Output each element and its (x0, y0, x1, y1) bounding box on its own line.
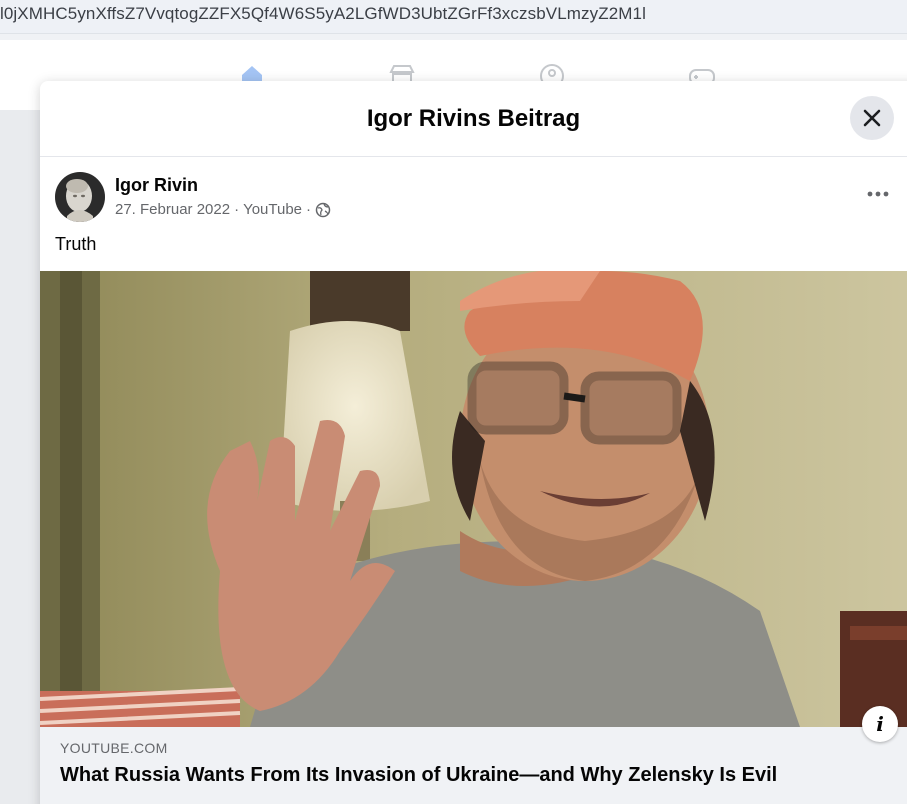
post-source[interactable]: YouTube (243, 201, 302, 218)
link-preview-card[interactable]: YOUTUBE.COM What Russia Wants From Its I… (40, 727, 907, 804)
url-text[interactable]: l0jXMHC5ynXffsZ7VvqtogZZFX5Qf4W6S5yA2LGf… (0, 4, 646, 24)
post-text: Truth (55, 234, 97, 254)
more-options-icon (867, 191, 889, 197)
avatar[interactable] (55, 172, 105, 222)
info-icon: i (876, 712, 884, 736)
author-name[interactable]: Igor Rivin (115, 175, 198, 196)
video-frame-image (40, 271, 907, 727)
more-options-button[interactable] (860, 182, 896, 206)
link-domain: YOUTUBE.COM (60, 740, 168, 756)
page-background (0, 110, 40, 804)
link-title[interactable]: What Russia Wants From Its Invasion of U… (60, 764, 777, 787)
meta-separator: · (306, 201, 312, 218)
close-button[interactable] (850, 96, 894, 140)
post-meta: 27. Februar 2022 · YouTube · (115, 201, 331, 218)
meta-separator: · (234, 201, 240, 218)
post-date[interactable]: 27. Februar 2022 (115, 201, 230, 218)
video-thumbnail[interactable] (40, 271, 907, 727)
dialog-header: Igor Rivins Beitrag (40, 81, 907, 157)
close-icon (863, 109, 881, 127)
globe-icon[interactable] (315, 202, 331, 218)
author-avatar-image (55, 172, 105, 222)
dialog-title: Igor Rivins Beitrag (366, 105, 581, 132)
post-dialog: Igor Rivins Beitrag Igor Rivin 27. Febru… (40, 81, 907, 804)
browser-url-bar[interactable]: l0jXMHC5ynXffsZ7VvqtogZZFX5Qf4W6S5yA2LGf… (0, 0, 907, 34)
info-button[interactable]: i (862, 706, 898, 742)
